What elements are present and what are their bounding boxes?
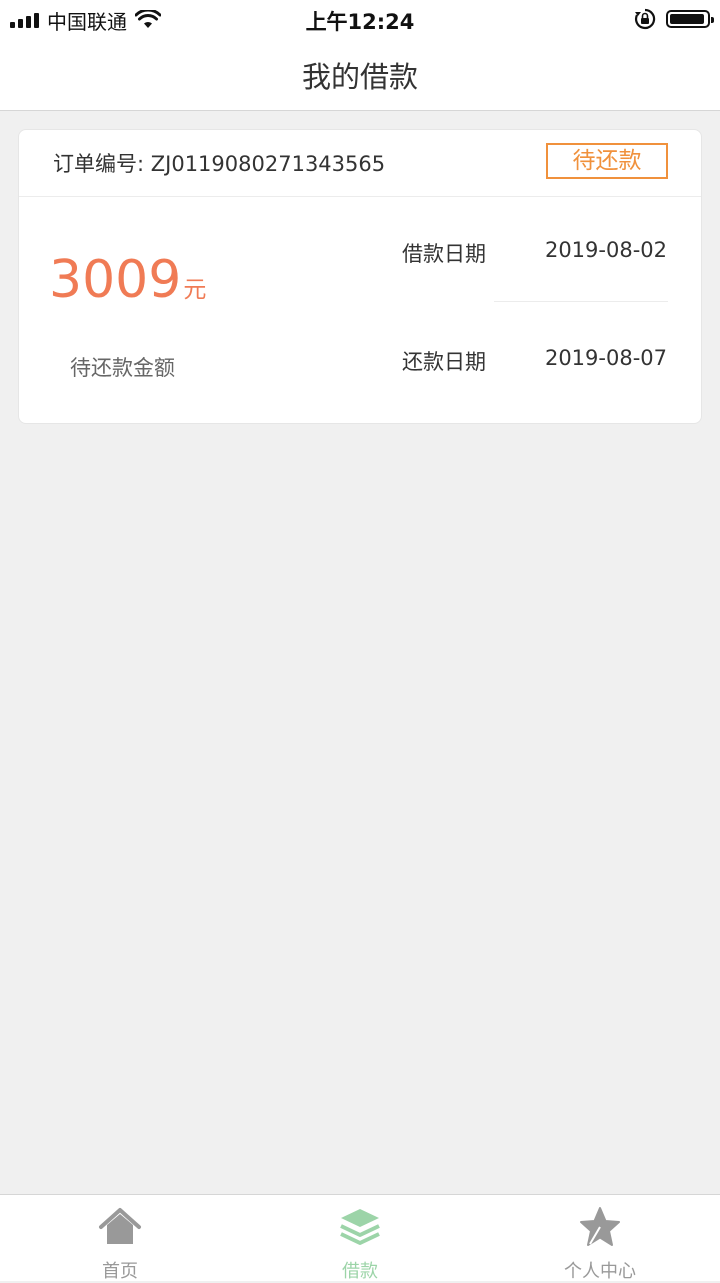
status-bar: 中国联通 上午12:24 [0,0,720,40]
tab-profile-label: 个人中心 [564,1261,636,1282]
amount-value: 3009 [49,250,182,310]
nav-bar: 我的借款 [0,40,720,111]
page-title: 我的借款 [301,60,418,94]
home-icon [99,1208,141,1244]
amount-unit: 元 [183,277,207,303]
tab-home[interactable]: 首页 [0,1195,240,1282]
layers-icon [340,1209,380,1245]
amount-display: 3009元 [49,250,206,310]
status-badge[interactable]: 待还款 [546,143,668,179]
loan-card[interactable]: 订单编号: ZJ0119080271343565 待还款 3009元 待还款金额… [18,129,702,424]
order-number: 订单编号: ZJ0119080271343565 [53,152,386,176]
repay-date-value: 2019-08-07 [544,346,667,370]
date-divider [494,301,668,302]
tab-borrow-label: 借款 [342,1261,378,1282]
star-icon [580,1207,620,1246]
battery-icon [666,10,714,28]
tab-home-label: 首页 [102,1261,138,1282]
repay-date-label: 还款日期 [402,350,486,374]
orientation-lock-icon [634,8,656,30]
status-time: 上午12:24 [305,10,415,34]
tab-bar: 首页 借款 个人中心 [0,1194,720,1282]
tab-profile[interactable]: 个人中心 [480,1195,720,1282]
loan-card-header: 订单编号: ZJ0119080271343565 待还款 [19,130,701,197]
amount-label: 待还款金额 [70,356,175,380]
loan-date-value: 2019-08-02 [544,238,667,262]
tab-borrow[interactable]: 借款 [240,1195,480,1282]
loan-date-label: 借款日期 [402,242,486,266]
